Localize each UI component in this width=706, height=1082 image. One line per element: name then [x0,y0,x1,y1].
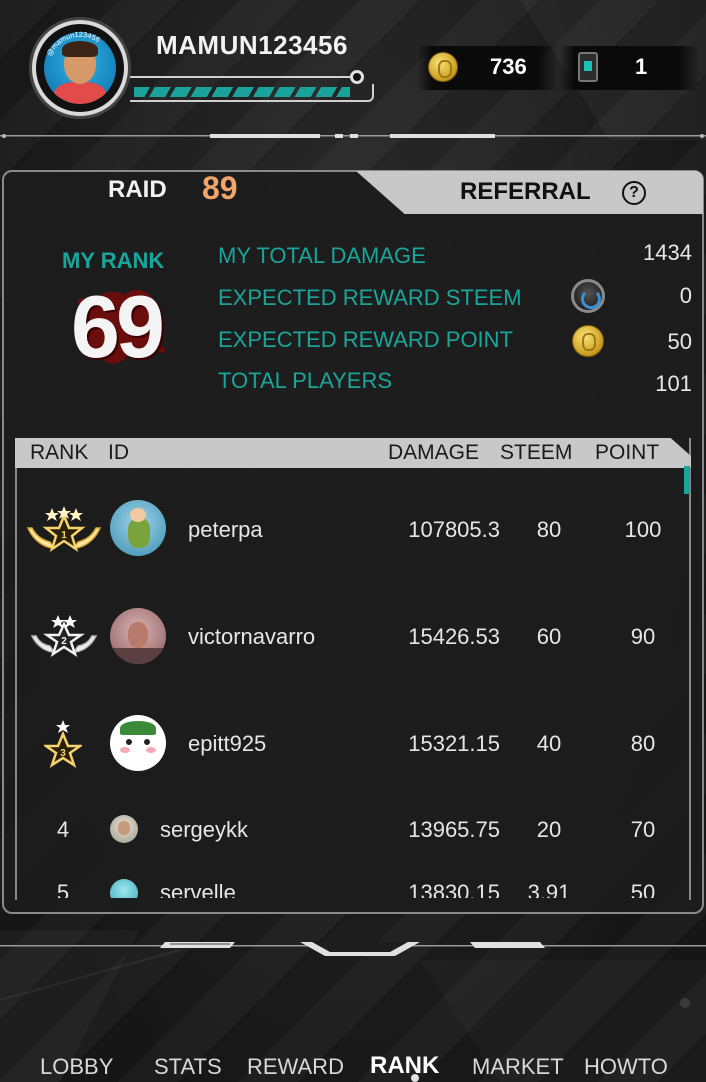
header-divider [0,134,706,138]
player-id[interactable]: victornavarro [188,624,315,650]
nav-market[interactable]: MARKET [472,1054,564,1080]
my-rank-label: MY RANK [62,248,165,273]
stat-total-players-value: 101 [655,371,692,396]
svg-text:1: 1 [61,530,67,541]
xp-bar-fill [134,87,350,97]
ticket-icon [578,52,598,82]
table-body: 1 peterpa 107805.3 80 100 2 victornavarr… [15,468,685,898]
header-damage: DAMAGE [388,441,480,464]
rank-3-medal-icon: 3 [44,720,82,768]
player-steem: 3.91 [527,880,571,898]
stat-total-damage-value: 1434 [643,240,692,265]
player-avatar [110,500,166,556]
nav-lobby[interactable]: LOBBY [40,1054,113,1080]
player-damage: 15426.53 [408,624,500,649]
player-rank: 5 [56,880,70,898]
tab-raid[interactable]: RAID [108,176,167,204]
header-rank: RANK [30,441,89,464]
profile-avatar[interactable]: @mamun123456 [32,20,128,116]
player-steem: 60 [536,624,562,649]
gold-amount: 736 [490,54,527,79]
player-steem: 20 [536,817,562,842]
player-damage: 13830.15 [408,880,500,898]
rank-1-medal-icon: 1 [26,506,102,552]
nav-rank[interactable]: RANK [370,1052,439,1080]
player-point: 90 [630,624,656,649]
header-id: ID [108,441,129,464]
svg-text:3: 3 [60,748,66,759]
player-damage: 15321.15 [408,731,500,756]
stat-total-damage-label: MY TOTAL DAMAGE [218,243,426,268]
header-steem: STEEM [500,441,573,464]
tab-referral[interactable]: REFERRAL [460,178,591,206]
player-rank: 4 [56,817,70,842]
my-rank-number: 69 [71,277,165,376]
player-avatar [110,879,138,898]
player-id[interactable]: sergeykk [160,817,248,843]
raid-rank-screen: @mamun123456 MAMUN123456 736 1 RAID 89 R… [0,0,706,1082]
gold-coin-icon [428,52,458,82]
player-point: 70 [630,817,656,842]
player-point: 100 [624,517,662,542]
nav-reward[interactable]: REWARD [247,1054,344,1080]
header-point: POINT [595,441,660,464]
player-avatar [110,815,138,843]
player-id[interactable]: servelle [160,880,236,898]
nav-stats[interactable]: STATS [154,1054,222,1080]
player-damage: 107805.3 [408,517,500,542]
xp-track [130,76,360,78]
svg-text:2: 2 [61,636,67,647]
username: MAMUN123456 [156,30,348,60]
player-avatar [110,608,166,664]
player-point: 80 [630,731,656,756]
stat-reward-point-label: EXPECTED REWARD POINT [218,327,513,352]
avatar-ring-label: @mamun123456 [45,30,102,58]
player-point: 50 [630,880,656,898]
nav-howto[interactable]: HOWTO [584,1054,668,1080]
player-damage: 13965.75 [408,817,500,842]
player-avatar [110,715,166,771]
ticket-amount: 1 [635,54,648,79]
xp-knob [350,70,364,84]
player-steem: 80 [536,517,562,542]
nav-active-indicator [411,1074,419,1082]
rank-2-medal-icon: 2 [30,615,98,657]
player-steem: 40 [536,731,562,756]
player-id[interactable]: peterpa [188,517,263,543]
player-id[interactable]: epitt925 [188,731,266,757]
svg-text:@mamun123456: @mamun123456 [45,30,102,58]
stat-reward-steem-label: EXPECTED REWARD STEEM [218,285,522,310]
stat-reward-point-value: 50 [667,329,692,354]
stat-reward-steem-value: 0 [679,283,692,308]
footer-divider [0,942,706,956]
help-icon[interactable]: ? [622,181,646,205]
stat-total-players-label: TOTAL PLAYERS [218,368,393,393]
raid-number: 89 [202,170,238,206]
